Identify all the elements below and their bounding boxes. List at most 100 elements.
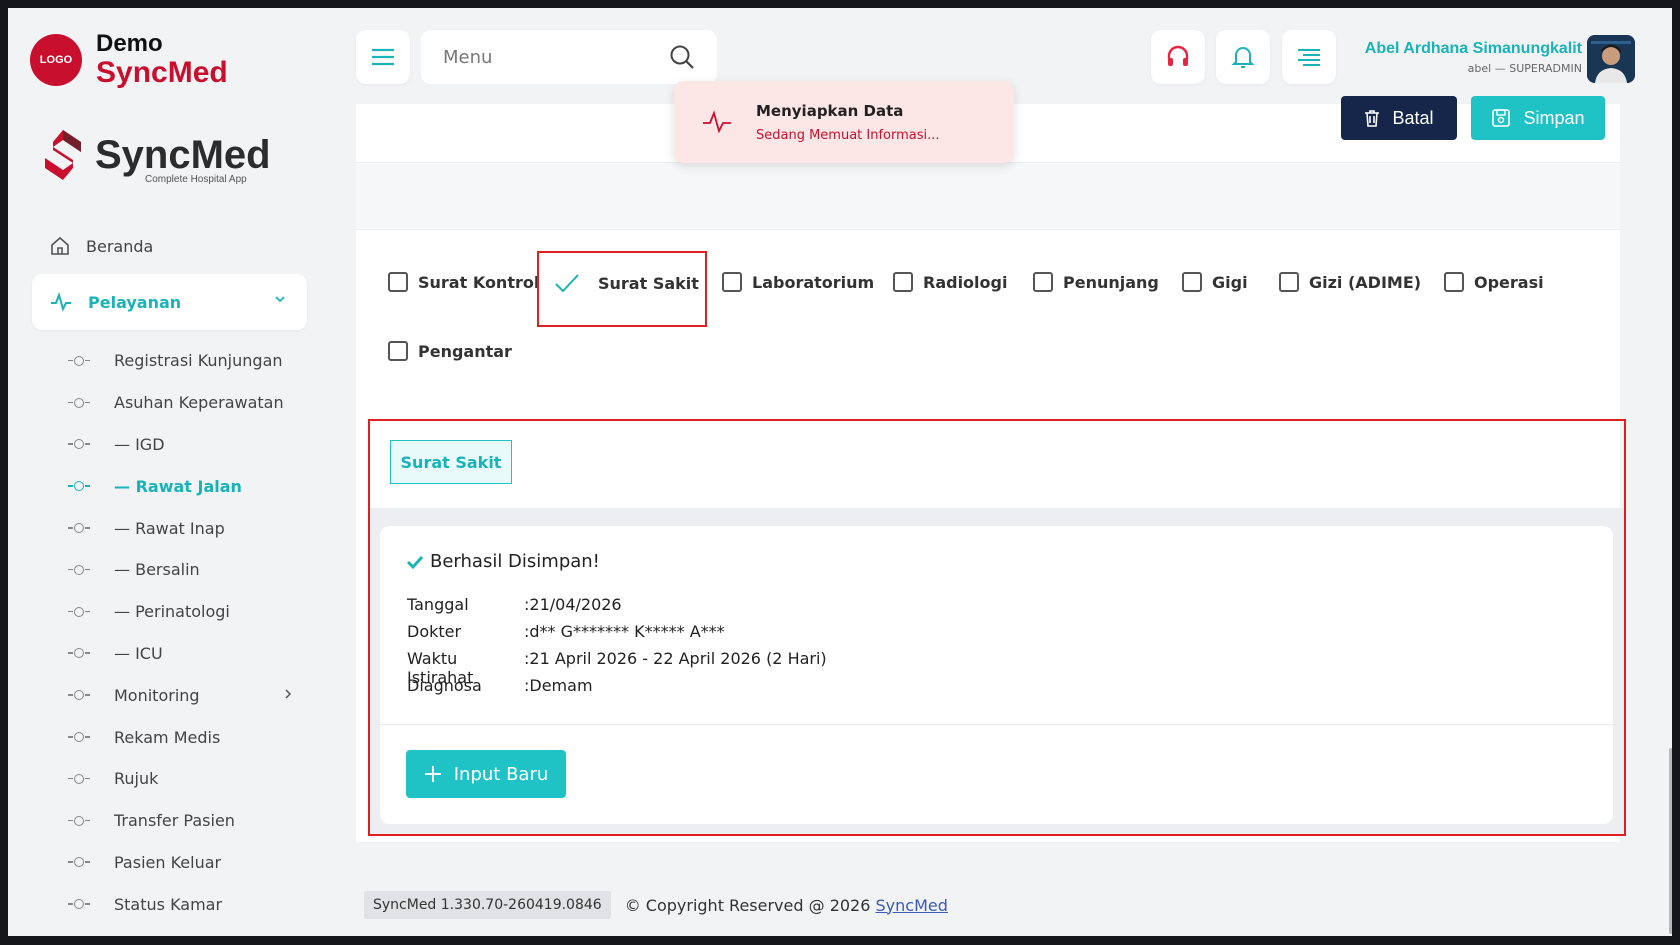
support-button[interactable] — [1151, 30, 1205, 84]
app-window: LOGO Demo SyncMed SyncMed Complete Hospi… — [8, 8, 1672, 936]
bullet-icon — [68, 397, 90, 408]
submenu-label: Registrasi Kunjungan — [114, 351, 283, 371]
right-menu-button[interactable] — [1282, 30, 1336, 84]
brand-name-text: SyncMed — [96, 56, 228, 89]
bullet-icon — [68, 899, 90, 910]
checkbox-penunjang[interactable]: Penunjang — [1033, 272, 1159, 292]
info-label: Dokter — [407, 622, 462, 641]
align-right-icon — [1298, 49, 1320, 66]
checkbox-box[interactable] — [1444, 272, 1464, 292]
submenu-item-pasien-keluar[interactable]: Pasien Keluar — [68, 842, 284, 884]
checkbox-box[interactable] — [388, 341, 408, 361]
submenu-label: Asuhan Keperawatan — [114, 393, 284, 413]
bullet-icon — [68, 690, 90, 701]
submenu-label: Status Kamar — [114, 894, 223, 914]
divider — [380, 724, 1613, 725]
checkbox-box[interactable] — [1182, 272, 1202, 292]
copyright-text: © Copyright Reserved @ 2026 SyncMed — [625, 896, 948, 915]
save-button[interactable]: Simpan — [1471, 96, 1605, 140]
syncmed-logo: SyncMed Complete Hospital App — [43, 128, 271, 185]
bullet-icon — [68, 815, 90, 826]
chevron-right-icon — [285, 689, 292, 699]
home-icon — [51, 236, 69, 255]
save-label: Simpan — [1523, 107, 1585, 128]
checkbox-box[interactable] — [722, 272, 742, 292]
bullet-icon — [68, 564, 90, 575]
pulse-icon — [703, 110, 731, 134]
checkbox-surat-kontrol[interactable]: Surat Kontrol — [388, 272, 539, 292]
checkbox-label: Gizi (ADIME) — [1309, 272, 1422, 292]
submenu-item-rawat-inap[interactable]: — Rawat Inap — [68, 507, 284, 549]
plus-icon — [424, 766, 441, 782]
menu-toggle-button[interactable] — [356, 30, 410, 84]
checkbox-box[interactable] — [1279, 272, 1299, 292]
submenu-label: Monitoring — [114, 685, 200, 705]
checkbox-surat-sakit[interactable]: Surat Sakit — [554, 272, 699, 294]
submenu-item-perinatologi[interactable]: — Perinatologi — [68, 591, 284, 633]
user-photo-icon — [1587, 35, 1635, 83]
bullet-icon — [68, 481, 90, 492]
info-row-tanggal: Tanggal:21/04/2026 — [407, 595, 622, 614]
submenu-item-bersalin[interactable]: — Bersalin — [68, 549, 284, 591]
info-value: 21/04/2026 — [529, 595, 622, 614]
bell-icon — [1231, 47, 1255, 68]
submenu-item-monitoring[interactable]: Monitoring — [68, 674, 292, 716]
sidebar-item-pelayanan[interactable]: Pelayanan — [32, 274, 307, 330]
info-label: Diagnosa — [407, 676, 482, 695]
submenu-label: Rujuk — [114, 769, 159, 789]
submenu-item-igd[interactable]: — IGD — [68, 424, 284, 466]
checkbox-gizi[interactable]: Gizi (ADIME) — [1279, 272, 1421, 292]
submenu-item-rawat-jalan[interactable]: — Rawat Jalan — [68, 465, 284, 507]
checkbox-box[interactable] — [1033, 272, 1053, 292]
submenu-label: Transfer Pasien — [114, 811, 235, 831]
submenu-item-registrasi[interactable]: Registrasi Kunjungan — [68, 340, 284, 382]
scrollbar[interactable] — [1669, 748, 1672, 934]
brand-logo[interactable]: LOGO Demo SyncMed — [30, 32, 228, 88]
new-input-label: Input Baru — [453, 763, 549, 785]
submenu-label: Pasien Keluar — [114, 852, 222, 872]
notification-button[interactable] — [1216, 30, 1270, 84]
submenu-item-icu[interactable]: — ICU — [68, 633, 284, 675]
checkbox-box[interactable] — [893, 272, 913, 292]
success-message: Berhasil Disimpan! — [406, 551, 600, 572]
search-input[interactable] — [443, 46, 643, 68]
submenu-label: — Perinatologi — [114, 602, 230, 622]
checkbox-pengantar[interactable]: Pengantar — [388, 341, 512, 361]
tab-surat-sakit[interactable]: Surat Sakit — [390, 440, 512, 484]
info-label: Tanggal — [407, 595, 469, 614]
success-title: Berhasil Disimpan! — [430, 551, 600, 572]
version-badge: SyncMed 1.330.70-260419.0846 — [364, 891, 611, 919]
syncmed-link[interactable]: SyncMed — [876, 896, 948, 915]
submenu-item-rujuk[interactable]: Rujuk — [68, 758, 284, 800]
footer: SyncMed 1.330.70-260419.0846 © Copyright… — [364, 891, 948, 919]
sidebar: LOGO Demo SyncMed SyncMed Complete Hospi… — [8, 8, 333, 936]
checkbox-label: Pengantar — [418, 341, 512, 361]
submenu-item-asuhan[interactable]: Asuhan Keperawatan — [68, 382, 284, 424]
check-icon[interactable] — [554, 272, 580, 294]
checkbox-gigi[interactable]: Gigi — [1182, 272, 1248, 292]
checkbox-label: Laboratorium — [752, 272, 875, 292]
cancel-button[interactable]: Batal — [1341, 96, 1457, 140]
new-input-button[interactable]: Input Baru — [406, 750, 566, 798]
submenu-item-status-kamar[interactable]: Status Kamar — [68, 883, 284, 925]
save-icon — [1492, 109, 1511, 127]
user-info[interactable]: Abel Ardhana Simanungkalit abel — SUPERA… — [1365, 40, 1582, 75]
checkbox-box[interactable] — [388, 272, 408, 292]
submenu-item-transfer[interactable]: Transfer Pasien — [68, 800, 284, 842]
submenu-label: — Rawat Inap — [114, 518, 225, 538]
toast-title: Menyiapkan Data — [756, 101, 904, 120]
bullet-icon — [68, 857, 90, 868]
bullet-icon — [68, 732, 90, 743]
sidebar-item-beranda[interactable]: Beranda — [50, 236, 153, 256]
checkbox-radiologi[interactable]: Radiologi — [893, 272, 1007, 292]
avatar[interactable] — [1587, 35, 1635, 83]
copyright-label: © Copyright Reserved @ 2026 — [624, 895, 871, 915]
info-row-diagnosa: Diagnosa: Demam — [407, 676, 593, 695]
checkbox-laboratorium[interactable]: Laboratorium — [722, 272, 874, 292]
submenu-label: — IGD — [114, 434, 165, 454]
submenu-item-rekam-medis[interactable]: Rekam Medis — [68, 716, 284, 758]
submenu-label: — ICU — [114, 643, 163, 663]
bullet-icon — [68, 648, 90, 659]
checkbox-operasi[interactable]: Operasi — [1444, 272, 1544, 292]
search-icon[interactable] — [669, 44, 695, 70]
